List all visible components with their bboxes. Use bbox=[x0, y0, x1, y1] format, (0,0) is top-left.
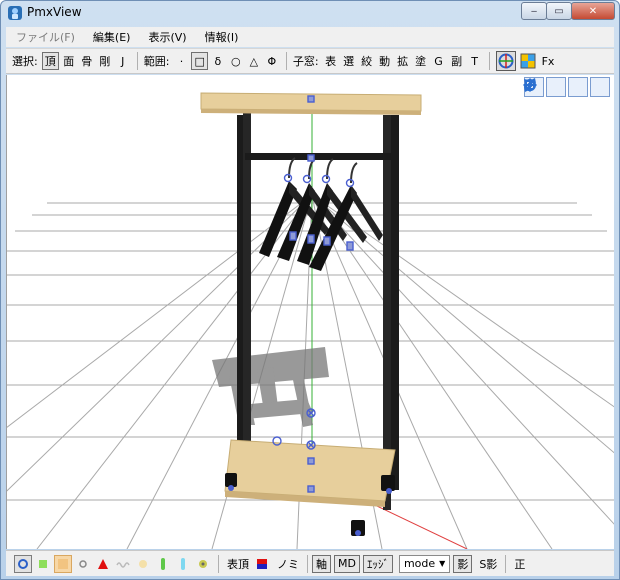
rotate-button[interactable] bbox=[523, 77, 610, 97]
range-point-button[interactable]: · bbox=[173, 52, 189, 70]
range-triangle-button[interactable]: △ bbox=[246, 52, 262, 70]
axis-toggle[interactable]: 軸 bbox=[312, 554, 331, 573]
wave-icon bbox=[116, 561, 130, 568]
maximize-button[interactable]: ▭ bbox=[546, 2, 572, 20]
rack-post bbox=[243, 110, 251, 480]
menu-edit[interactable]: 編集(E) bbox=[93, 29, 131, 45]
toolbar-separator bbox=[488, 52, 490, 70]
red-triangle-button[interactable] bbox=[94, 555, 112, 573]
child-select-button[interactable]: 選 bbox=[341, 52, 357, 70]
close-button[interactable]: ✕ bbox=[571, 2, 615, 20]
status-separator bbox=[505, 554, 507, 573]
app-window: PmxView ‒ ▭ ✕ ファイル(F) 編集(E) 表示(V) 情報(I) … bbox=[0, 0, 620, 580]
hangers bbox=[259, 157, 383, 271]
window-controls: ‒ ▭ ✕ bbox=[521, 2, 615, 20]
hanging-rail bbox=[245, 153, 391, 160]
child-t-button[interactable]: T bbox=[467, 52, 483, 70]
select-vertex-button[interactable]: 頂 bbox=[41, 52, 59, 70]
range-phi-button[interactable]: Φ bbox=[264, 52, 280, 70]
status-separator bbox=[307, 554, 308, 573]
point-icon bbox=[79, 559, 87, 568]
child-filter-button[interactable]: 絞 bbox=[359, 52, 375, 70]
maximize-icon: ▭ bbox=[554, 5, 564, 17]
menu-view[interactable]: 表示(V) bbox=[148, 29, 186, 45]
move-z-button[interactable] bbox=[524, 77, 588, 97]
vertex-icon bbox=[18, 558, 28, 569]
3d-viewport[interactable] bbox=[6, 75, 614, 549]
color-swatch-button[interactable] bbox=[253, 555, 271, 573]
mode-label: mode bbox=[403, 557, 436, 570]
menu-bar: ファイル(F) 編集(E) 表示(V) 情報(I) bbox=[6, 27, 614, 47]
child-table-button[interactable]: 表 bbox=[323, 52, 339, 70]
select-rigid-button[interactable]: 剛 bbox=[97, 52, 113, 70]
minimize-icon: ‒ bbox=[530, 5, 538, 17]
grid-color-icon bbox=[520, 53, 536, 69]
child-window-label: 子窓: bbox=[292, 55, 319, 68]
toolbar-separator bbox=[285, 52, 287, 70]
child-paint-button[interactable]: 塗 bbox=[413, 52, 429, 70]
mode-dropdown[interactable]: mode ▼ bbox=[398, 554, 451, 573]
vertex-display-button[interactable] bbox=[14, 554, 32, 573]
surface-vertex-toggle[interactable]: 表頂 bbox=[227, 556, 249, 572]
red-triangle-icon bbox=[98, 558, 108, 569]
child-sub-button[interactable]: 副 bbox=[449, 52, 465, 70]
rigid-icon bbox=[181, 557, 185, 570]
child-move-button[interactable]: 動 bbox=[377, 52, 393, 70]
range-circle-button[interactable]: ○ bbox=[228, 52, 244, 70]
status-separator bbox=[218, 554, 219, 573]
morph-icon bbox=[139, 559, 147, 568]
morph-button[interactable] bbox=[134, 555, 152, 573]
child-g-button[interactable]: G bbox=[431, 52, 447, 70]
grid-button[interactable] bbox=[518, 51, 538, 71]
clothing-rack-model[interactable] bbox=[200, 92, 422, 536]
wave-button[interactable] bbox=[114, 555, 132, 573]
fx-button[interactable]: Fx bbox=[540, 52, 557, 70]
title-bar[interactable]: PmxView ‒ ▭ ✕ bbox=[1, 1, 619, 25]
status-toolbar: 表頂 ノミ 軸 MD ｴｯｼﾞ mode ▼ 影 S影 正 bbox=[6, 550, 614, 576]
md-toggle[interactable]: MD bbox=[334, 554, 360, 573]
texture-display-button[interactable] bbox=[54, 554, 72, 573]
select-label: 選択: bbox=[12, 55, 38, 68]
range-delta-button[interactable]: δ bbox=[210, 52, 226, 70]
green-square-icon bbox=[39, 559, 47, 568]
range-rect-button[interactable]: □ bbox=[191, 52, 208, 70]
no-toggle[interactable]: ノミ bbox=[277, 556, 299, 572]
material-green-button[interactable] bbox=[34, 555, 52, 573]
menu-file[interactable]: ファイル(F) bbox=[16, 29, 75, 45]
move-all-button[interactable] bbox=[523, 77, 566, 97]
ortho-toggle[interactable]: 正 bbox=[514, 556, 525, 572]
joint-display-button[interactable] bbox=[194, 555, 212, 573]
range-label: 範囲: bbox=[143, 55, 170, 68]
viewport-tools bbox=[522, 77, 610, 97]
rotate-icon bbox=[523, 78, 536, 92]
shadow-toggle[interactable]: 影 bbox=[453, 554, 473, 573]
chevron-down-icon: ▼ bbox=[439, 559, 446, 568]
minimize-button[interactable]: ‒ bbox=[521, 2, 547, 20]
edge-toggle[interactable]: ｴｯｼﾞ bbox=[362, 554, 393, 573]
toolbar-separator bbox=[136, 52, 138, 70]
model-shadow bbox=[212, 347, 329, 427]
bone-icon bbox=[161, 557, 165, 570]
select-face-button[interactable]: 面 bbox=[61, 52, 77, 70]
main-toolbar: 選択: 頂 面 骨 剛 J 範囲: · □ δ ○ △ Φ 子窓: 表 選 絞 … bbox=[6, 48, 614, 74]
self-shadow-toggle[interactable]: S影 bbox=[479, 556, 497, 572]
select-bone-button[interactable]: 骨 bbox=[79, 52, 95, 70]
close-icon: ✕ bbox=[588, 5, 598, 17]
texture-icon bbox=[58, 558, 68, 569]
axis-gizmo-button[interactable] bbox=[495, 51, 516, 71]
pmxview-app-icon bbox=[8, 6, 22, 20]
joint-icon bbox=[199, 559, 207, 568]
rack-post bbox=[391, 115, 399, 490]
window-title: PmxView bbox=[27, 5, 82, 19]
child-scale-button[interactable]: 拡 bbox=[395, 52, 411, 70]
scene-canvas[interactable] bbox=[7, 75, 614, 549]
menu-info[interactable]: 情報(I) bbox=[205, 29, 239, 45]
gizmo-icon bbox=[498, 53, 514, 69]
rigid-display-button[interactable] bbox=[174, 555, 192, 573]
color-swatch-icon bbox=[257, 558, 267, 569]
point-display-button[interactable] bbox=[74, 555, 92, 573]
select-joint-button[interactable]: J bbox=[115, 52, 131, 70]
bone-display-button[interactable] bbox=[154, 555, 172, 573]
